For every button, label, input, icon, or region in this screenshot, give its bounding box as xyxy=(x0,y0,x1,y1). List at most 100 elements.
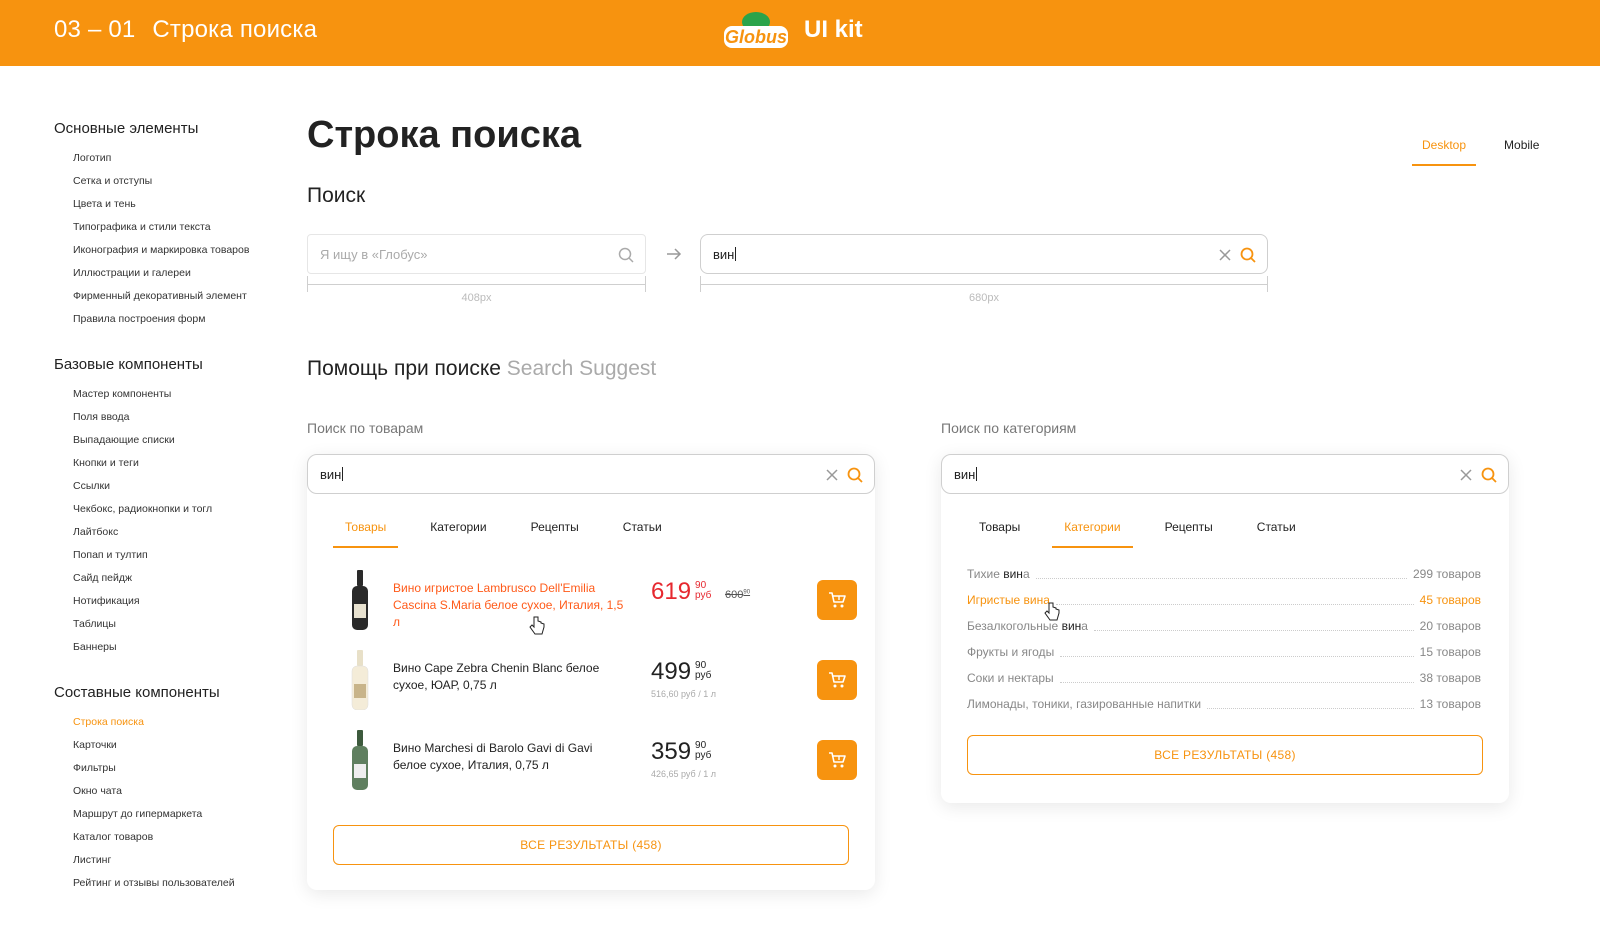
categories-suggest-panel: вин Товары Категории Рецепты Статьи Тихи… xyxy=(941,454,1509,803)
sidebar-item-iconography[interactable]: Иконография и маркировка товаров xyxy=(54,243,274,257)
category-name: Безалкогольные вина xyxy=(967,619,1088,633)
sidebar-item-master[interactable]: Мастер компоненты xyxy=(54,387,274,401)
tab-mobile[interactable]: Mobile xyxy=(1494,130,1549,166)
product-price: 499 90 руб 516,60 руб / 1 л xyxy=(651,658,716,699)
view-tabs: Desktop Mobile xyxy=(1412,130,1549,166)
sidebar-item-decor[interactable]: Фирменный декоративный элемент xyxy=(54,289,274,303)
tab-recipes[interactable]: Рецепты xyxy=(519,520,591,548)
sidebar-item-buttons[interactable]: Кнопки и теги xyxy=(54,456,274,470)
unit-price: 426,65 руб / 1 л xyxy=(651,769,716,779)
sidebar-item-links[interactable]: Ссылки xyxy=(54,479,274,493)
wine-bottle-image xyxy=(352,730,368,790)
all-results-button[interactable]: ВСЕ РЕЗУЛЬТАТЫ (458) xyxy=(967,735,1483,775)
sidebar-item-forms[interactable]: Правила построения форм xyxy=(54,312,274,326)
sidebar-item-notification[interactable]: Нотификация xyxy=(54,594,274,608)
add-to-cart-button[interactable] xyxy=(817,580,857,620)
close-icon[interactable] xyxy=(824,467,840,483)
category-name: Фрукты и ягоды xyxy=(967,645,1055,659)
category-row[interactable]: Тихие вина 299 товаров xyxy=(967,564,1481,584)
category-row[interactable]: Соки и нектары 38 товаров xyxy=(967,668,1481,688)
category-name: Соки и нектары xyxy=(967,671,1054,685)
tab-recipes[interactable]: Рецепты xyxy=(1153,520,1225,548)
sidebar-item-grid[interactable]: Сетка и отступы xyxy=(54,174,274,188)
product-name[interactable]: Вино Marchesi di Barolo Gavi di Gavi бел… xyxy=(393,740,625,774)
close-icon[interactable] xyxy=(1217,247,1233,263)
sidebar-item-lightbox[interactable]: Лайтбокс xyxy=(54,525,274,539)
all-results-button[interactable]: ВСЕ РЕЗУЛЬТАТЫ (458) xyxy=(333,825,849,865)
add-to-cart-button[interactable] xyxy=(817,660,857,700)
category-count: 20 товаров xyxy=(1419,619,1481,633)
suggest-section-title: Помощь при поиске Search Suggest xyxy=(307,357,657,380)
product-row[interactable]: Вино Marchesi di Barolo Gavi di Gavi бел… xyxy=(333,730,873,794)
close-icon[interactable] xyxy=(1458,467,1474,483)
search-input-active[interactable]: вин xyxy=(700,234,1268,274)
sidebar-nav: Основные элементы Логотип Сетка и отступ… xyxy=(54,120,274,920)
add-to-cart-button[interactable] xyxy=(817,740,857,780)
section-title: Строка поиска xyxy=(152,16,318,43)
search-icon[interactable] xyxy=(1480,466,1498,484)
search-input-default[interactable]: Я ищу в «Глобус» xyxy=(307,234,646,274)
sidebar-item-search-bar[interactable]: Строка поиска xyxy=(54,715,274,729)
sidebar-item-logo[interactable]: Логотип xyxy=(54,151,274,165)
product-name[interactable]: Вино Cape Zebra Chenin Blanc белое сухое… xyxy=(393,660,625,694)
category-count: 38 товаров xyxy=(1419,671,1481,685)
sidebar-item-side-page[interactable]: Сайд пейдж xyxy=(54,571,274,585)
ui-kit-label: UI kit xyxy=(804,16,863,43)
category-row[interactable]: Лимонады, тоники, газированные напитки 1… xyxy=(967,694,1481,714)
search-section-title: Поиск xyxy=(307,184,366,207)
sidebar-item-inputs[interactable]: Поля ввода xyxy=(54,410,274,424)
products-suggest-panel: вин Товары Категории Рецепты Статьи Вино… xyxy=(307,454,875,890)
search-icon[interactable] xyxy=(617,246,635,264)
sidebar-item-tables[interactable]: Таблицы xyxy=(54,617,274,631)
product-name[interactable]: Вино игристое Lambrusco Dell'Emilia Casc… xyxy=(393,580,625,631)
categories-panel-label: Поиск по категориям xyxy=(941,420,1077,436)
section-number: 03 – 01 xyxy=(54,16,136,43)
logo-text: Globus xyxy=(725,27,787,47)
tab-articles[interactable]: Статьи xyxy=(611,520,674,548)
tab-products[interactable]: Товары xyxy=(967,520,1032,548)
product-row[interactable]: Вино игристое Lambrusco Dell'Emilia Casc… xyxy=(333,570,873,635)
sidebar-item-catalog[interactable]: Каталог товаров xyxy=(54,830,274,844)
sidebar-item-illustrations[interactable]: Иллюстрации и галереи xyxy=(54,266,274,280)
sidebar-item-cards[interactable]: Карточки xyxy=(54,738,274,752)
sidebar-group-composite: Составные компоненты Строка поиска Карто… xyxy=(54,684,274,890)
sidebar-item-dropdowns[interactable]: Выпадающие списки xyxy=(54,433,274,447)
sidebar-item-popup[interactable]: Попап и тултип xyxy=(54,548,274,562)
suggest-section-title-en: Search Suggest xyxy=(506,357,657,380)
tab-products[interactable]: Товары xyxy=(333,520,399,548)
sidebar-item-filters[interactable]: Фильтры xyxy=(54,761,274,775)
category-count: 13 товаров xyxy=(1419,697,1481,711)
search-input[interactable]: вин xyxy=(307,454,875,494)
tab-desktop[interactable]: Desktop xyxy=(1412,130,1477,166)
sidebar-group-title: Базовые компоненты xyxy=(54,356,203,373)
width-label: 408px xyxy=(461,292,492,304)
sidebar-item-typography[interactable]: Типографика и стили текста xyxy=(54,220,274,234)
tab-categories[interactable]: Категории xyxy=(418,520,498,548)
category-count: 15 товаров xyxy=(1419,645,1481,659)
sidebar-item-chat[interactable]: Окно чата xyxy=(54,784,274,798)
category-row[interactable]: Фрукты и ягоды 15 товаров xyxy=(967,642,1481,662)
search-icon[interactable] xyxy=(1239,246,1257,264)
sidebar-item-banners[interactable]: Баннеры xyxy=(54,640,274,654)
sidebar-group-title: Основные элементы xyxy=(54,120,199,137)
sidebar-item-reviews[interactable]: Рейтинг и отзывы пользователей xyxy=(54,876,274,890)
product-price: 619 90 руб xyxy=(651,578,712,605)
product-row[interactable]: Вино Cape Zebra Chenin Blanc белое сухое… xyxy=(333,650,873,714)
search-placeholder: Я ищу в «Глобус» xyxy=(320,247,428,262)
globus-logo: Globus xyxy=(724,12,788,48)
products-panel-label: Поиск по товарам xyxy=(307,420,424,436)
section-breadcrumb: 03 – 01 Строка поиска xyxy=(54,16,317,44)
tab-categories[interactable]: Категории xyxy=(1052,520,1133,548)
search-icon[interactable] xyxy=(846,466,864,484)
category-name: Игристые вина xyxy=(967,593,1050,607)
top-bar: 03 – 01 Строка поиска Globus UI kit xyxy=(0,0,1600,66)
search-query: вин xyxy=(713,247,737,262)
sidebar-item-listing[interactable]: Листинг xyxy=(54,853,274,867)
sidebar-item-route[interactable]: Маршрут до гипермаркета xyxy=(54,807,274,821)
tab-articles[interactable]: Статьи xyxy=(1245,520,1308,548)
sidebar-item-checkboxes[interactable]: Чекбокс, радиокнопки и тогл xyxy=(54,502,274,516)
category-name: Лимонады, тоники, газированные напитки xyxy=(967,697,1202,711)
search-input[interactable]: вин xyxy=(941,454,1509,494)
sidebar-item-colors[interactable]: Цвета и тень xyxy=(54,197,274,211)
width-label: 680px xyxy=(969,292,999,304)
